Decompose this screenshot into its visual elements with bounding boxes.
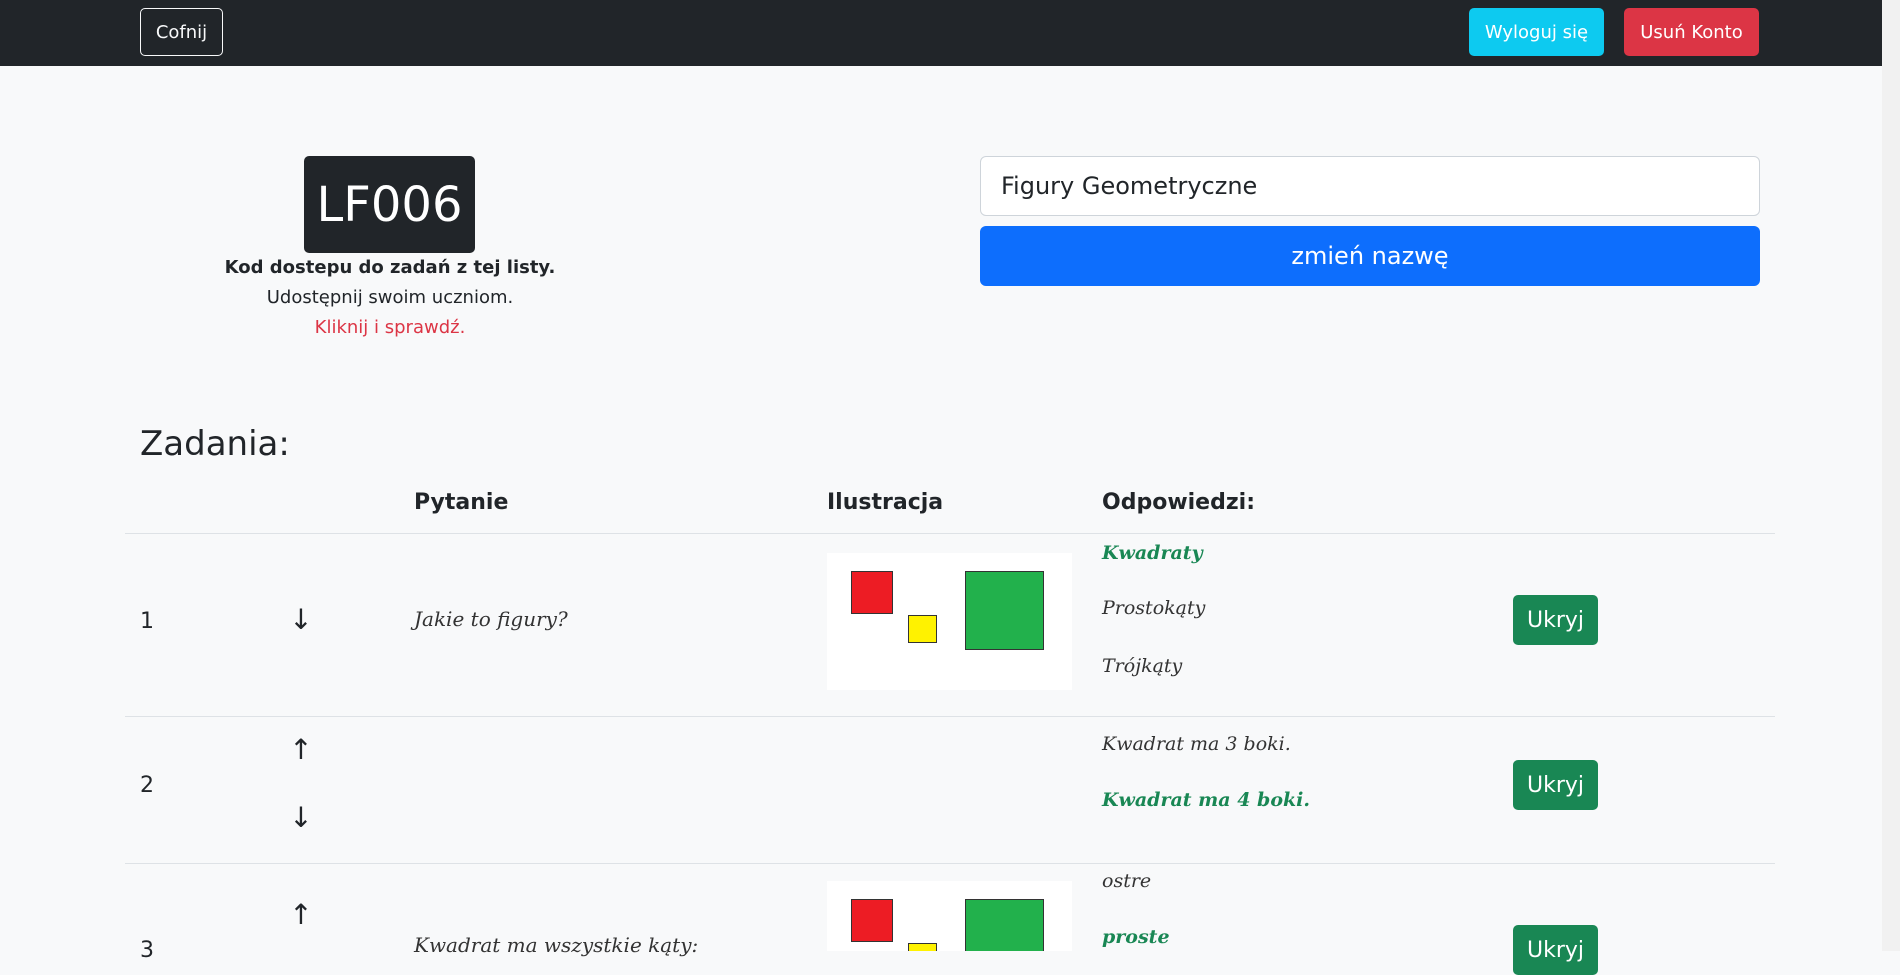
- table-divider: [125, 533, 1775, 534]
- delete-account-button[interactable]: Usuń Konto: [1624, 8, 1759, 56]
- hide-task-button[interactable]: Ukryj: [1513, 760, 1598, 810]
- navbar: Cofnij Wyloguj się Usuń Konto: [0, 0, 1900, 66]
- answer-option: Trójkąty: [1102, 655, 1183, 677]
- answer-option: ostre: [1102, 870, 1152, 892]
- access-code-share-text: Udostępnij swoim uczniom.: [266, 287, 514, 308]
- red-square: [851, 899, 893, 942]
- check-link[interactable]: Kliknij i sprawdź.: [140, 317, 640, 338]
- column-illustration: Ilustracja: [827, 490, 944, 515]
- yellow-square: [908, 615, 937, 643]
- task-illustration: [827, 553, 1072, 690]
- green-square: [965, 899, 1044, 951]
- hide-task-button[interactable]: Ukryj: [1513, 925, 1598, 975]
- green-square: [965, 571, 1044, 650]
- arrow-down-icon[interactable]: ↓: [286, 801, 316, 834]
- scrollbar[interactable]: [1882, 0, 1900, 951]
- access-code-badge: LF006: [304, 156, 475, 253]
- back-button[interactable]: Cofnij: [140, 8, 223, 56]
- answer-option: Kwadraty: [1102, 542, 1203, 564]
- task-illustration: [827, 881, 1072, 951]
- arrow-down-icon[interactable]: ↓: [286, 603, 316, 636]
- column-question: Pytanie: [414, 490, 509, 515]
- yellow-square: [908, 943, 937, 951]
- tasks-heading: Zadania:: [140, 424, 290, 464]
- rename-button[interactable]: zmień nazwę: [980, 226, 1760, 286]
- list-name-input[interactable]: [980, 156, 1760, 216]
- task-question: Jakie to figury?: [414, 607, 568, 631]
- hide-task-button[interactable]: Ukryj: [1513, 595, 1598, 645]
- task-number: 2: [140, 773, 154, 798]
- task-number: 1: [140, 609, 154, 634]
- answer-option: Kwadrat ma 4 boki.: [1102, 789, 1310, 811]
- task-question: Kwadrat ma wszystkie kąty:: [414, 933, 699, 957]
- logout-button[interactable]: Wyloguj się: [1469, 8, 1604, 56]
- arrow-up-icon[interactable]: ↑: [286, 733, 316, 766]
- red-square: [851, 571, 893, 614]
- table-divider: [125, 716, 1775, 717]
- column-answers: Odpowiedzi:: [1102, 490, 1255, 515]
- answer-option: proste: [1102, 926, 1170, 948]
- table-divider: [125, 863, 1775, 864]
- access-code-label: Kod dostepu do zadań z tej listy.: [224, 257, 556, 278]
- arrow-up-icon[interactable]: ↑: [286, 898, 316, 931]
- answer-option: Kwadrat ma 3 boki.: [1102, 733, 1291, 755]
- answer-option: Prostokąty: [1102, 597, 1206, 619]
